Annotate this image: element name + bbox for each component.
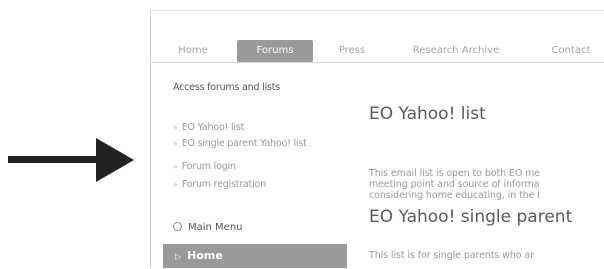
bullet-icon: » bbox=[173, 139, 178, 148]
sidebar-link-label: Forum registration bbox=[181, 179, 267, 190]
tab-press[interactable]: Press bbox=[331, 40, 373, 62]
triangle-right-icon: ▷ bbox=[175, 252, 182, 261]
bullet-icon: » bbox=[173, 123, 178, 132]
menu-item-home-label: Home bbox=[187, 249, 223, 262]
sidebar-link-eo-single-parent-list[interactable]: » EO single parent Yahoo! list bbox=[173, 138, 307, 149]
sidebar-link-forum-login[interactable]: » Forum login bbox=[173, 161, 236, 172]
top-nav: Home Forums Press Research Archive Conta… bbox=[151, 36, 604, 66]
paragraph-line: meeting point and source of informa bbox=[369, 179, 540, 190]
sidebar-title: Access forums and lists bbox=[173, 82, 281, 93]
paragraph-line: This list is for single parents who ar bbox=[369, 250, 534, 261]
sidebar-link-eo-yahoo-list[interactable]: » EO Yahoo! list bbox=[173, 122, 244, 133]
tab-home[interactable]: Home bbox=[171, 40, 215, 62]
bullet-icon: » bbox=[173, 180, 178, 189]
screenshot-frame-top bbox=[150, 10, 604, 11]
tab-contact[interactable]: Contact bbox=[543, 40, 599, 62]
tab-forums[interactable]: Forums bbox=[237, 40, 313, 62]
right-arrow-icon bbox=[8, 138, 134, 182]
sidebar-link-label: EO single parent Yahoo! list bbox=[181, 138, 307, 149]
paragraph-line: considering home educating, in the l bbox=[369, 190, 540, 201]
menu-item-home[interactable]: ▷ Home bbox=[163, 244, 347, 268]
tab-divider bbox=[151, 62, 604, 63]
bullet-icon: » bbox=[173, 162, 178, 171]
sidebar-link-forum-registration[interactable]: » Forum registration bbox=[173, 179, 266, 190]
paragraph-line: This email list is open to both EO me bbox=[369, 168, 541, 179]
main-content: EO Yahoo! list This email list is open t… bbox=[369, 66, 604, 268]
sidebar: Access forums and lists » EO Yahoo! list … bbox=[151, 66, 347, 268]
tab-research-archive[interactable]: Research Archive bbox=[401, 40, 511, 62]
main-menu-label: Main Menu bbox=[188, 222, 243, 233]
sidebar-link-label: EO Yahoo! list bbox=[181, 122, 245, 133]
circle-icon bbox=[173, 222, 182, 231]
main-menu-heading: Main Menu bbox=[173, 222, 243, 233]
section-title-eo-yahoo-list: EO Yahoo! list bbox=[369, 104, 486, 124]
sidebar-link-label: Forum login bbox=[181, 161, 236, 172]
section-title-eo-single-parent: EO Yahoo! single parent bbox=[369, 207, 573, 227]
